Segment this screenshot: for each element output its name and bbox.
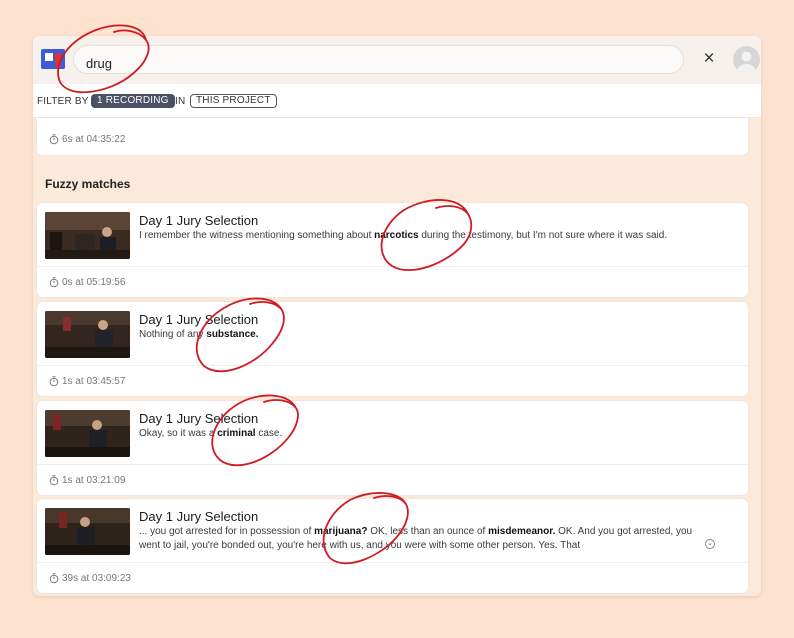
result-time: 1s at 03:45:57 <box>62 376 126 387</box>
search-window: × FILTER BY 1 RECORDING IN THIS PROJECT … <box>33 36 761 596</box>
result-footer: 0s at 05:19:56 <box>37 266 748 297</box>
result-title: Day 1 Jury Selection <box>139 312 259 327</box>
result-time: 6s at 04:35:22 <box>62 134 126 145</box>
match-highlight: marijuana? <box>314 526 368 537</box>
video-thumbnail <box>45 410 130 457</box>
fuzzy-matches-heading: Fuzzy matches <box>45 177 131 191</box>
project-filter-chip[interactable]: THIS PROJECT <box>190 94 277 108</box>
result-title: Day 1 Jury Selection <box>139 213 259 228</box>
timer-icon <box>49 475 59 486</box>
match-highlight: narcotics <box>374 230 419 241</box>
top-bar: × <box>33 36 761 84</box>
result-footer: 6s at 04:35:22 <box>37 124 748 155</box>
result-footer: 1s at 03:21:09 <box>37 464 748 495</box>
result-footer: 39s at 03:09:23 <box>37 562 748 593</box>
result-snippet: Okay, so it was a criminal case. <box>139 428 283 439</box>
match-highlight: criminal <box>217 428 256 439</box>
timer-icon <box>49 376 59 387</box>
timer-icon <box>49 277 59 288</box>
video-thumbnail <box>45 508 130 555</box>
recording-filter-chip[interactable]: 1 RECORDING <box>91 94 175 108</box>
match-highlight: misdemeanor. <box>488 526 556 537</box>
timer-icon <box>49 573 59 584</box>
search-input[interactable] <box>73 45 684 74</box>
timer-icon <box>49 134 59 145</box>
filter-bar: FILTER BY 1 RECORDING IN THIS PROJECT <box>33 84 761 118</box>
avatar-icon[interactable] <box>733 46 760 73</box>
match-highlight: substance. <box>206 329 259 340</box>
video-thumbnail <box>45 212 130 259</box>
result-card[interactable]: Day 1 Jury Selection Okay, so it was a c… <box>37 401 748 495</box>
result-time: 39s at 03:09:23 <box>62 573 131 584</box>
result-title: Day 1 Jury Selection <box>139 411 259 426</box>
video-thumbnail <box>45 311 130 358</box>
result-card[interactable]: Day 1 Jury Selection ... you got arreste… <box>37 499 748 593</box>
snippet-fade <box>637 538 703 552</box>
filter-by-label: FILTER BY <box>37 96 89 107</box>
result-snippet: I remember the witness mentioning someth… <box>139 230 668 241</box>
result-card[interactable]: 6s at 04:35:22 <box>37 118 748 155</box>
result-title: Day 1 Jury Selection <box>139 509 259 524</box>
expand-chevron-icon[interactable]: ⌄ <box>705 539 715 549</box>
filter-in-label: IN <box>175 96 186 107</box>
close-icon[interactable]: × <box>699 49 719 69</box>
result-time: 1s at 03:21:09 <box>62 475 126 486</box>
result-time: 0s at 05:19:56 <box>62 277 126 288</box>
result-card[interactable]: Day 1 Jury Selection I remember the witn… <box>37 203 748 297</box>
result-snippet: Nothing of any substance. <box>139 329 259 340</box>
app-logo-icon[interactable] <box>41 47 65 71</box>
result-snippet: ... you got arrested for in possession o… <box>139 526 693 551</box>
result-footer: 1s at 03:45:57 <box>37 365 748 396</box>
result-card[interactable]: Day 1 Jury Selection Nothing of any subs… <box>37 302 748 396</box>
